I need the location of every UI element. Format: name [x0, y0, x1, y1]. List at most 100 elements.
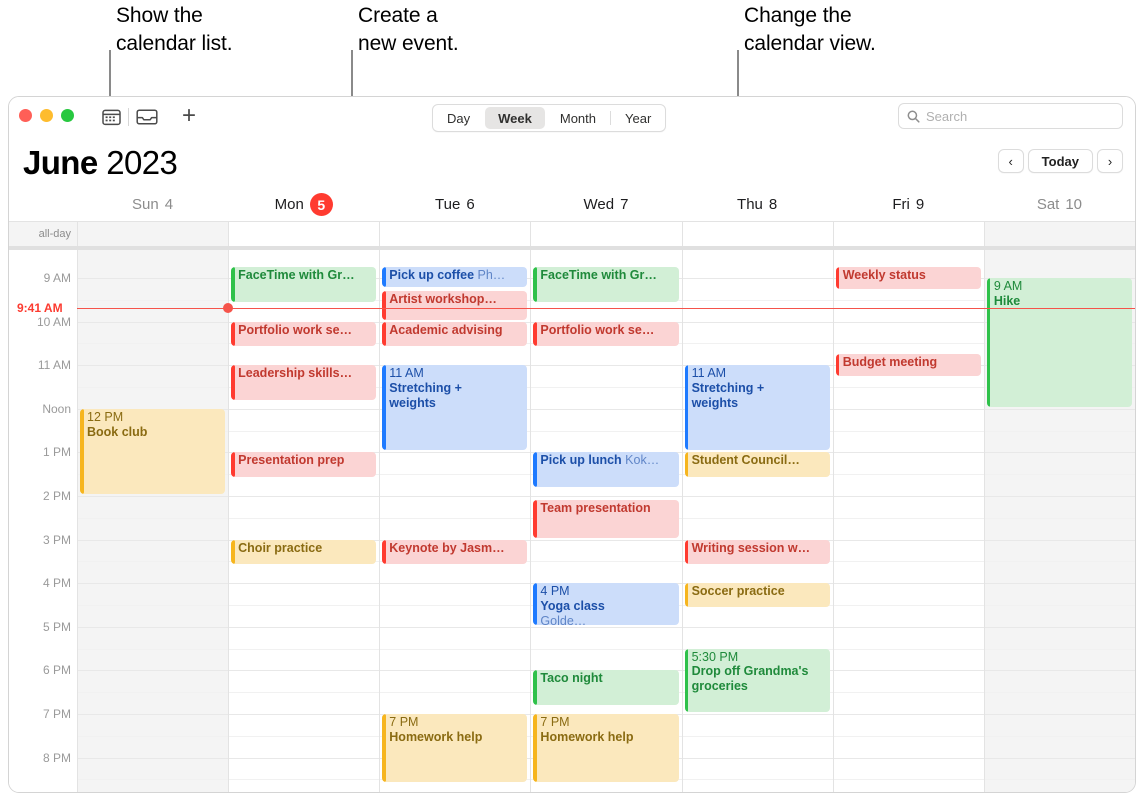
calendar-event[interactable]: 7 PM Homework help: [533, 714, 679, 782]
time-gutter: 9 AM 10 AM 11 AM Noon 1 PM 2 PM 3 PM 4 PM 5 PM 6 …: [9, 250, 77, 792]
calendar-event[interactable]: Portfolio work se…: [231, 321, 377, 346]
hour-gridline: [984, 408, 1135, 410]
calendar-event[interactable]: Team presentation: [533, 500, 679, 538]
hour-gridline: [984, 714, 1135, 715]
hour-label: 3 PM: [42, 532, 71, 547]
day-column-sun[interactable]: 12 PM Book club: [77, 250, 229, 792]
half-hour-gridline: [380, 474, 531, 476]
event-time: 5:30 PM: [691, 649, 739, 664]
calendar-event[interactable]: Presentation prep: [231, 452, 377, 477]
search-input[interactable]: Search: [898, 103, 1123, 129]
day-column-mon[interactable]: FaceTime with Gr… Portfolio work se… Leade…: [228, 250, 380, 792]
event-color-bar: [684, 539, 689, 564]
hour-gridline: [229, 496, 380, 497]
hour-gridline: [229, 670, 380, 672]
event-color-bar: [684, 583, 689, 608]
day-column-tue[interactable]: Pick up coffee Ph… Artist workshop… Academ…: [379, 250, 531, 792]
hour-gridline: [984, 670, 1135, 672]
day-header-fri[interactable]: Fri 9: [833, 188, 984, 221]
plus-icon[interactable]: +: [177, 104, 201, 128]
calendar-event[interactable]: 9 AM Hike: [986, 278, 1132, 407]
event-title: Hike: [993, 293, 1021, 308]
all-day-cell-sat[interactable]: [983, 222, 1135, 246]
calendar-event[interactable]: Pick up coffee Ph…: [382, 267, 528, 287]
day-header-name: Thu: [737, 196, 763, 213]
calendar-event[interactable]: Academic advising: [382, 321, 528, 346]
tab-day[interactable]: Day: [434, 107, 483, 129]
calendar-event[interactable]: 5:30 PM Drop off Grandma's groceries: [684, 648, 830, 712]
minimize-button[interactable]: [40, 109, 53, 122]
calendar-event[interactable]: Student Council…: [684, 452, 830, 477]
view-switcher[interactable]: Day Week Month Year: [432, 104, 667, 132]
tab-month[interactable]: Month: [547, 107, 609, 129]
tab-week[interactable]: Week: [485, 107, 545, 129]
hour-gridline: [78, 278, 229, 279]
calendar-event[interactable]: Artist workshop…: [382, 291, 528, 320]
calendar-event[interactable]: 11 AM Stretching + weights: [684, 365, 830, 451]
close-button[interactable]: [19, 109, 32, 122]
event-title: Pick up coffee: [389, 268, 475, 283]
hour-gridline: [682, 714, 833, 715]
day-header-thu[interactable]: Thu 8: [682, 188, 833, 221]
half-hour-gridline: [833, 299, 984, 301]
day-header-bar: Sun 4 Mon 5 Tue 6 Wed 7 Thu 8 Fri 9 Sat 10: [9, 188, 1135, 221]
half-hour-gridline: [833, 430, 984, 432]
calendar-event[interactable]: FaceTime with Gr…: [231, 267, 377, 303]
half-hour-gridline: [833, 692, 984, 694]
day-column-fri[interactable]: Weekly status Budget meeting: [832, 250, 984, 792]
inbox-icon[interactable]: [134, 105, 160, 129]
event-title: Leadership skills…: [238, 366, 353, 381]
day-header-mon[interactable]: Mon 5: [228, 188, 379, 221]
all-day-cell-wed[interactable]: [530, 222, 682, 246]
all-day-cell-mon[interactable]: [228, 222, 380, 246]
calendar-icon[interactable]: [98, 105, 124, 129]
hour-label: 6 PM: [42, 663, 71, 678]
tab-year[interactable]: Year: [612, 107, 664, 129]
day-column-wed[interactable]: FaceTime with Gr… Portfolio work se… Pick …: [530, 250, 682, 792]
calendar-event[interactable]: Taco night: [533, 670, 679, 706]
calendar-event[interactable]: 4 PM Yoga class Golde…: [533, 583, 679, 625]
calendar-event[interactable]: Writing session w…: [684, 539, 830, 564]
calendar-event[interactable]: Budget meeting: [835, 354, 981, 377]
hour-gridline: [984, 583, 1135, 585]
event-title: Portfolio work se…: [540, 322, 655, 337]
event-title: Academic advising: [389, 322, 503, 337]
calendar-event[interactable]: 11 AM Stretching + weights: [382, 365, 528, 451]
all-day-row: all-day: [9, 221, 1135, 246]
calendar-event[interactable]: 12 PM Book club: [80, 408, 226, 494]
day-column-thu[interactable]: 11 AM Stretching + weights Student Council…: [681, 250, 833, 792]
all-day-cell-fri[interactable]: [832, 222, 984, 246]
all-day-cell-tue[interactable]: [379, 222, 531, 246]
calendar-event[interactable]: Portfolio work se…: [533, 321, 679, 346]
calendar-event[interactable]: Choir practice: [231, 539, 377, 564]
half-hour-gridline: [984, 735, 1135, 737]
calendar-event[interactable]: 7 PM Homework help: [382, 714, 528, 782]
day-header-wed[interactable]: Wed 7: [530, 188, 681, 221]
hour-gridline: [380, 583, 531, 585]
event-color-bar: [231, 267, 235, 303]
calendar-event[interactable]: FaceTime with Gr…: [533, 267, 679, 303]
maximize-button[interactable]: [61, 109, 74, 122]
half-hour-gridline: [78, 605, 229, 606]
calendar-event[interactable]: Keynote by Jasm…: [382, 539, 528, 564]
calendar-event[interactable]: Soccer practice: [684, 583, 830, 608]
calendar-event[interactable]: Pick up lunch Kok…: [533, 452, 679, 488]
next-week-button[interactable]: ›: [1097, 149, 1123, 173]
today-button[interactable]: Today: [1027, 149, 1093, 173]
calendar-event[interactable]: Leadership skills…: [231, 365, 377, 401]
search-icon: [907, 110, 920, 123]
event-title: Taco night: [540, 671, 603, 686]
day-header-tue[interactable]: Tue 6: [379, 188, 530, 221]
all-day-cell-thu[interactable]: [681, 222, 833, 246]
event-time: 11 AM: [389, 366, 424, 381]
day-column-sat[interactable]: 9 AM Hike: [983, 250, 1135, 792]
hour-gridline: [78, 365, 229, 367]
calendar-event[interactable]: Weekly status: [835, 267, 981, 290]
time-grid[interactable]: 12 PM Book club FaceTime with Gr… Portfolio…: [9, 250, 1135, 792]
all-day-cell-sun[interactable]: [77, 222, 229, 246]
day-header-sat[interactable]: Sat 10: [984, 188, 1135, 221]
day-header-sun[interactable]: Sun 4: [77, 188, 228, 221]
title-month: June: [23, 144, 98, 181]
prev-week-button[interactable]: ‹: [997, 149, 1024, 173]
hour-gridline: [229, 714, 380, 715]
